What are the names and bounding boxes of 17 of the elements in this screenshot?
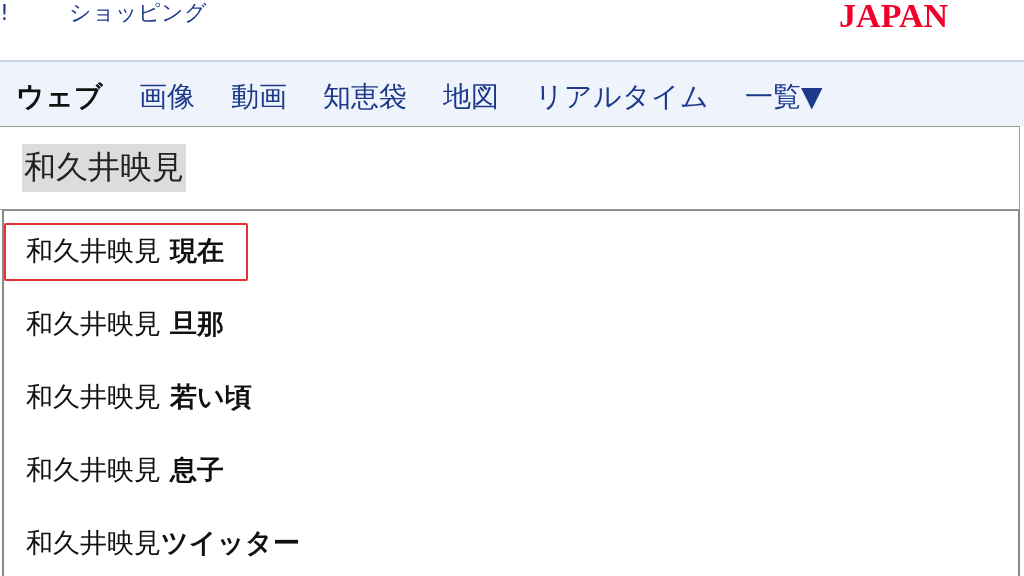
suggestion-item[interactable]: 和久井映見 旦那 xyxy=(4,296,248,354)
search-tab[interactable]: 一覧▼ xyxy=(745,78,823,116)
search-tab[interactable]: 動画 xyxy=(231,78,287,116)
suggestion-item[interactable]: 和久井映見 現在 xyxy=(4,223,248,281)
header-link-fragment[interactable]: ! xyxy=(0,0,9,26)
shopping-link[interactable]: ショッピング xyxy=(68,0,207,26)
suggestion-item[interactable]: 和久井映見 若い頃 xyxy=(4,369,276,427)
search-tab[interactable]: リアルタイム xyxy=(535,78,709,116)
search-tab[interactable]: 知恵袋 xyxy=(323,78,407,116)
suggestion-item[interactable]: 和久井映見ツイッター xyxy=(4,515,324,573)
suggestion-item[interactable]: 和久井映見 息子 xyxy=(4,442,248,500)
logo[interactable]: JAPAN xyxy=(839,0,948,32)
search-tab[interactable]: ウェブ xyxy=(16,78,103,116)
search-query: 和久井映見 xyxy=(22,144,186,192)
search-field[interactable]: 和久井映見 xyxy=(0,126,1020,210)
search-tab[interactable]: 地図 xyxy=(443,78,499,116)
search-tab[interactable]: 画像 xyxy=(139,78,195,116)
